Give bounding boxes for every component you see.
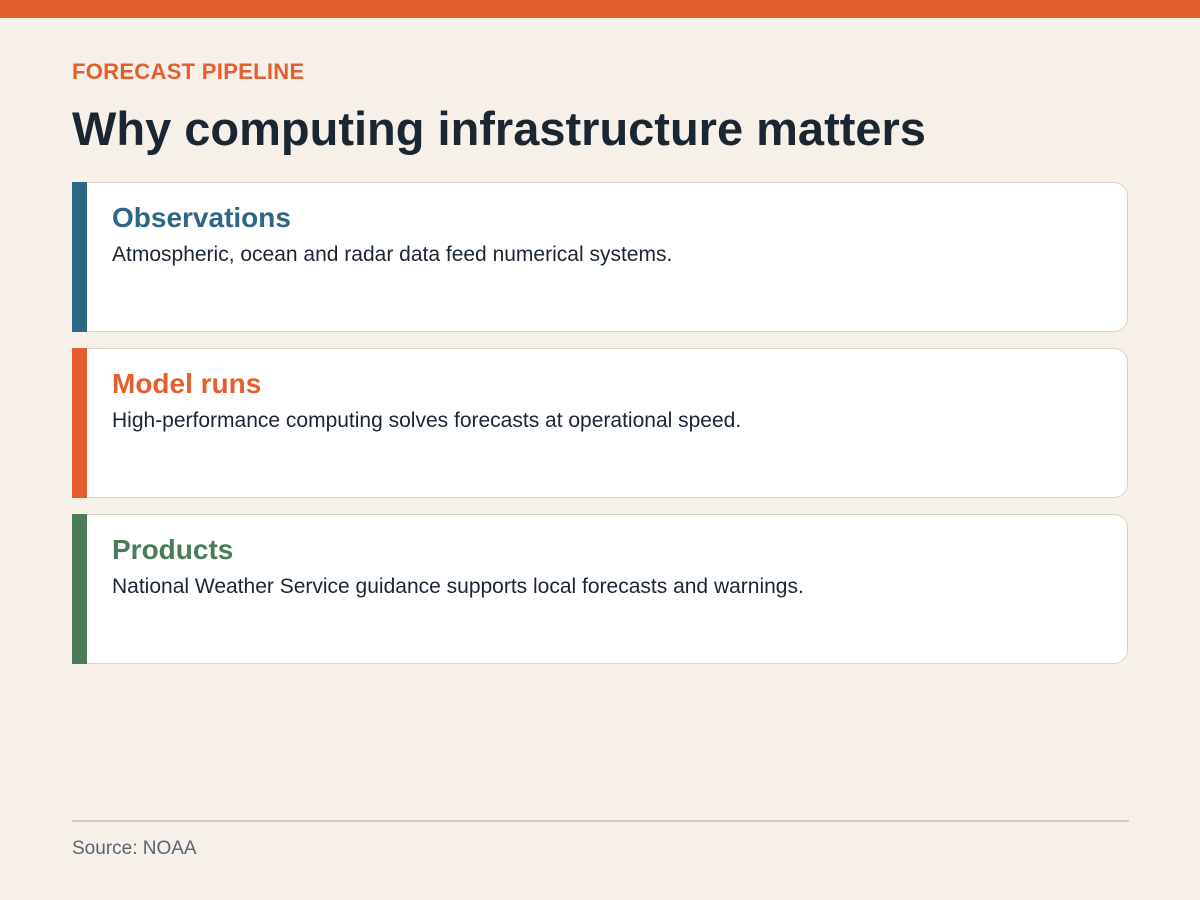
- step-card-model-runs: Model runs High-performance computing so…: [72, 348, 1128, 498]
- step-title: Model runs: [112, 368, 262, 399]
- step-card-products: Products National Weather Service guidan…: [72, 514, 1128, 664]
- step-color-stripe: [72, 514, 87, 664]
- step-description: National Weather Service guidance suppor…: [112, 575, 804, 598]
- eyebrow-label: FORECAST PIPELINE: [72, 59, 305, 84]
- pipeline-steps: Observations Atmospheric, ocean and rada…: [72, 182, 1128, 680]
- footer-divider: [72, 820, 1129, 822]
- step-description: High-performance computing solves foreca…: [112, 409, 742, 432]
- page-title: Why computing infrastructure matters: [72, 102, 926, 155]
- step-card-observations: Observations Atmospheric, ocean and rada…: [72, 182, 1128, 332]
- top-accent-bar: [0, 0, 1200, 18]
- step-color-stripe: [72, 182, 87, 332]
- source-note: Source: NOAA: [72, 838, 197, 859]
- step-title: Observations: [112, 202, 291, 233]
- step-title: Products: [112, 534, 234, 565]
- step-description: Atmospheric, ocean and radar data feed n…: [112, 243, 673, 266]
- step-color-stripe: [72, 348, 87, 498]
